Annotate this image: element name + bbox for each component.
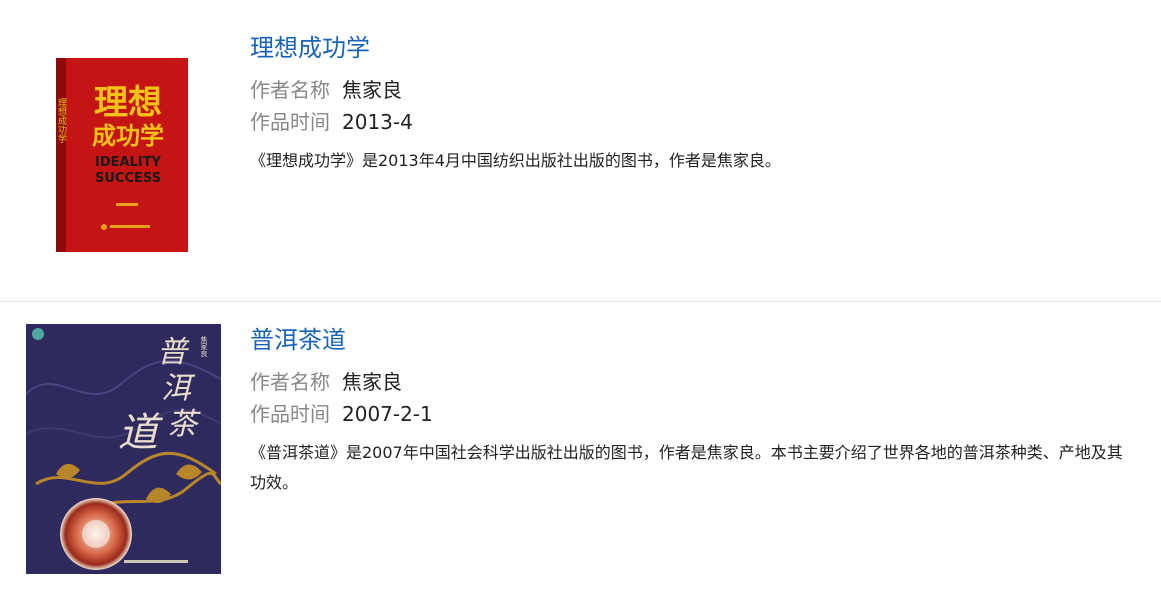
cover-en-line2: SUCCESS [95, 171, 161, 186]
cover-art: 普 洱 茶 道 焦家良 [26, 324, 221, 574]
book-info: 普洱茶道 作者名称 焦家良 作品时间 2007-2-1 《普洱茶道》是2007年中国… [250, 324, 1130, 498]
author-label: 作者名称 [250, 78, 330, 102]
cover-title-line1: 理想 [94, 83, 162, 123]
author-value: 焦家良 [342, 78, 402, 102]
book-item: 理想成功学 理想 成功学 IDEALITY SUCCESS 理想成功学 作者名称… [0, 0, 1161, 301]
cover-title-char-2: 洱 [161, 371, 196, 406]
author-row: 作者名称 焦家良 [250, 366, 1130, 398]
book-description: 《普洱茶道》是2007年中国社会科学出版社出版的图书，作者是焦家良。本书主要介绍… [250, 443, 1123, 492]
cover-author-tag: 焦家良 [200, 335, 208, 358]
cover-title-char-3: 茶 [167, 407, 201, 442]
book-item: 普 洱 茶 道 焦家良 普洱茶道 作者名称 焦家良 作品时间 2007-2-1 《普… [0, 302, 1161, 615]
book-description: 《理想成功学》是2013年4月中国纺织出版社出版的图书，作者是焦家良。 [250, 151, 781, 170]
cover-publisher-logo [101, 224, 107, 230]
cover-publisher-mark [110, 225, 150, 228]
author-value: 焦家良 [342, 370, 402, 394]
cover-title-char-4: 道 [118, 410, 163, 456]
date-label: 作品时间 [250, 402, 330, 426]
date-label: 作品时间 [250, 110, 330, 134]
date-value: 2013-4 [342, 110, 413, 134]
cover-author-mark [116, 203, 138, 206]
publisher-emblem-icon [32, 328, 44, 340]
author-label: 作者名称 [250, 370, 330, 394]
date-value: 2007-2-1 [342, 402, 433, 426]
cover-title-line2: 成功学 [92, 122, 164, 150]
date-row: 作品时间 2007-2-1 [250, 398, 1130, 430]
cover-publisher-mark [124, 560, 188, 563]
author-row: 作者名称 焦家良 [250, 74, 1130, 106]
cover-title-char-1: 普 [157, 335, 190, 370]
book-cover-image[interactable]: 理想成功学 理想 成功学 IDEALITY SUCCESS [56, 58, 188, 252]
book-title-link[interactable]: 普洱茶道 [250, 324, 346, 356]
book-info: 理想成功学 作者名称 焦家良 作品时间 2013-4 《理想成功学》是2013年4月… [250, 32, 1130, 176]
book-title-link[interactable]: 理想成功学 [250, 32, 370, 64]
cover-art: 理想成功学 理想 成功学 IDEALITY SUCCESS [56, 58, 188, 252]
book-cover-image[interactable]: 普 洱 茶 道 焦家良 [26, 324, 221, 574]
cover-spine-text: 理想成功学 [56, 98, 67, 143]
cover-en-line1: IDEALITY [95, 155, 162, 170]
book-list: 理想成功学 理想 成功学 IDEALITY SUCCESS 理想成功学 作者名称… [0, 0, 1161, 615]
date-row: 作品时间 2013-4 [250, 106, 1130, 138]
